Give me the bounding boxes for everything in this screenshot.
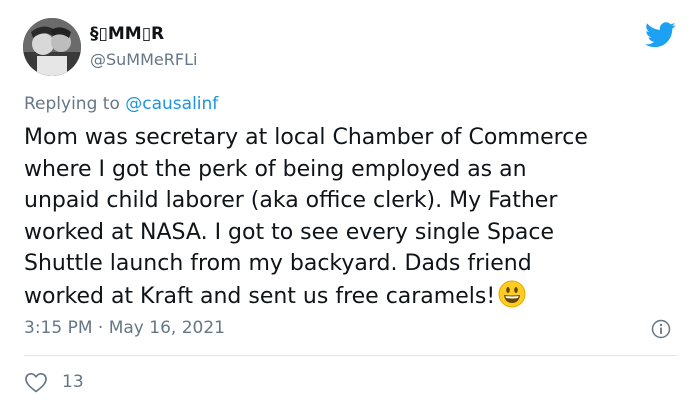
like-count: 13 — [62, 372, 84, 392]
grinning-face-emoji-icon — [498, 280, 526, 307]
author-handle[interactable]: @SuMMeRFLi — [90, 50, 197, 69]
replying-to-label: Replying to — [24, 94, 120, 114]
heart-icon[interactable] — [24, 371, 48, 393]
reply-mention-link[interactable]: @causalinf — [125, 94, 218, 114]
tweet-line: Mom was secretary at local Chamber of Co… — [24, 125, 588, 150]
tweet-line: worked at NASA. I got to see every singl… — [24, 219, 555, 245]
like-button[interactable]: 13 — [24, 369, 84, 395]
tweet-line: unpaid child laborer (aka office clerk).… — [24, 188, 558, 213]
info-icon[interactable] — [651, 319, 671, 339]
author-name[interactable]: §▯MM▯R — [90, 24, 164, 44]
replying-to: Replying to @causalinf — [24, 94, 218, 114]
tweet-line: worked at Kraft and sent us free caramel… — [24, 283, 496, 309]
avatar[interactable] — [23, 18, 81, 76]
tweet-line: where I got the perk of being employed a… — [24, 156, 527, 182]
tweet-line: Shuttle launch from my backyard. Dads fr… — [24, 251, 532, 276]
tweet-text: Mom was secretary at local Chamber of Co… — [24, 122, 694, 312]
divider — [24, 355, 677, 356]
tweet-timestamp[interactable]: 3:15 PM · May 16, 2021 — [24, 318, 225, 338]
twitter-bird-icon[interactable] — [645, 22, 676, 48]
tweet-line-last: worked at Kraft and sent us free caramel… — [24, 280, 694, 313]
